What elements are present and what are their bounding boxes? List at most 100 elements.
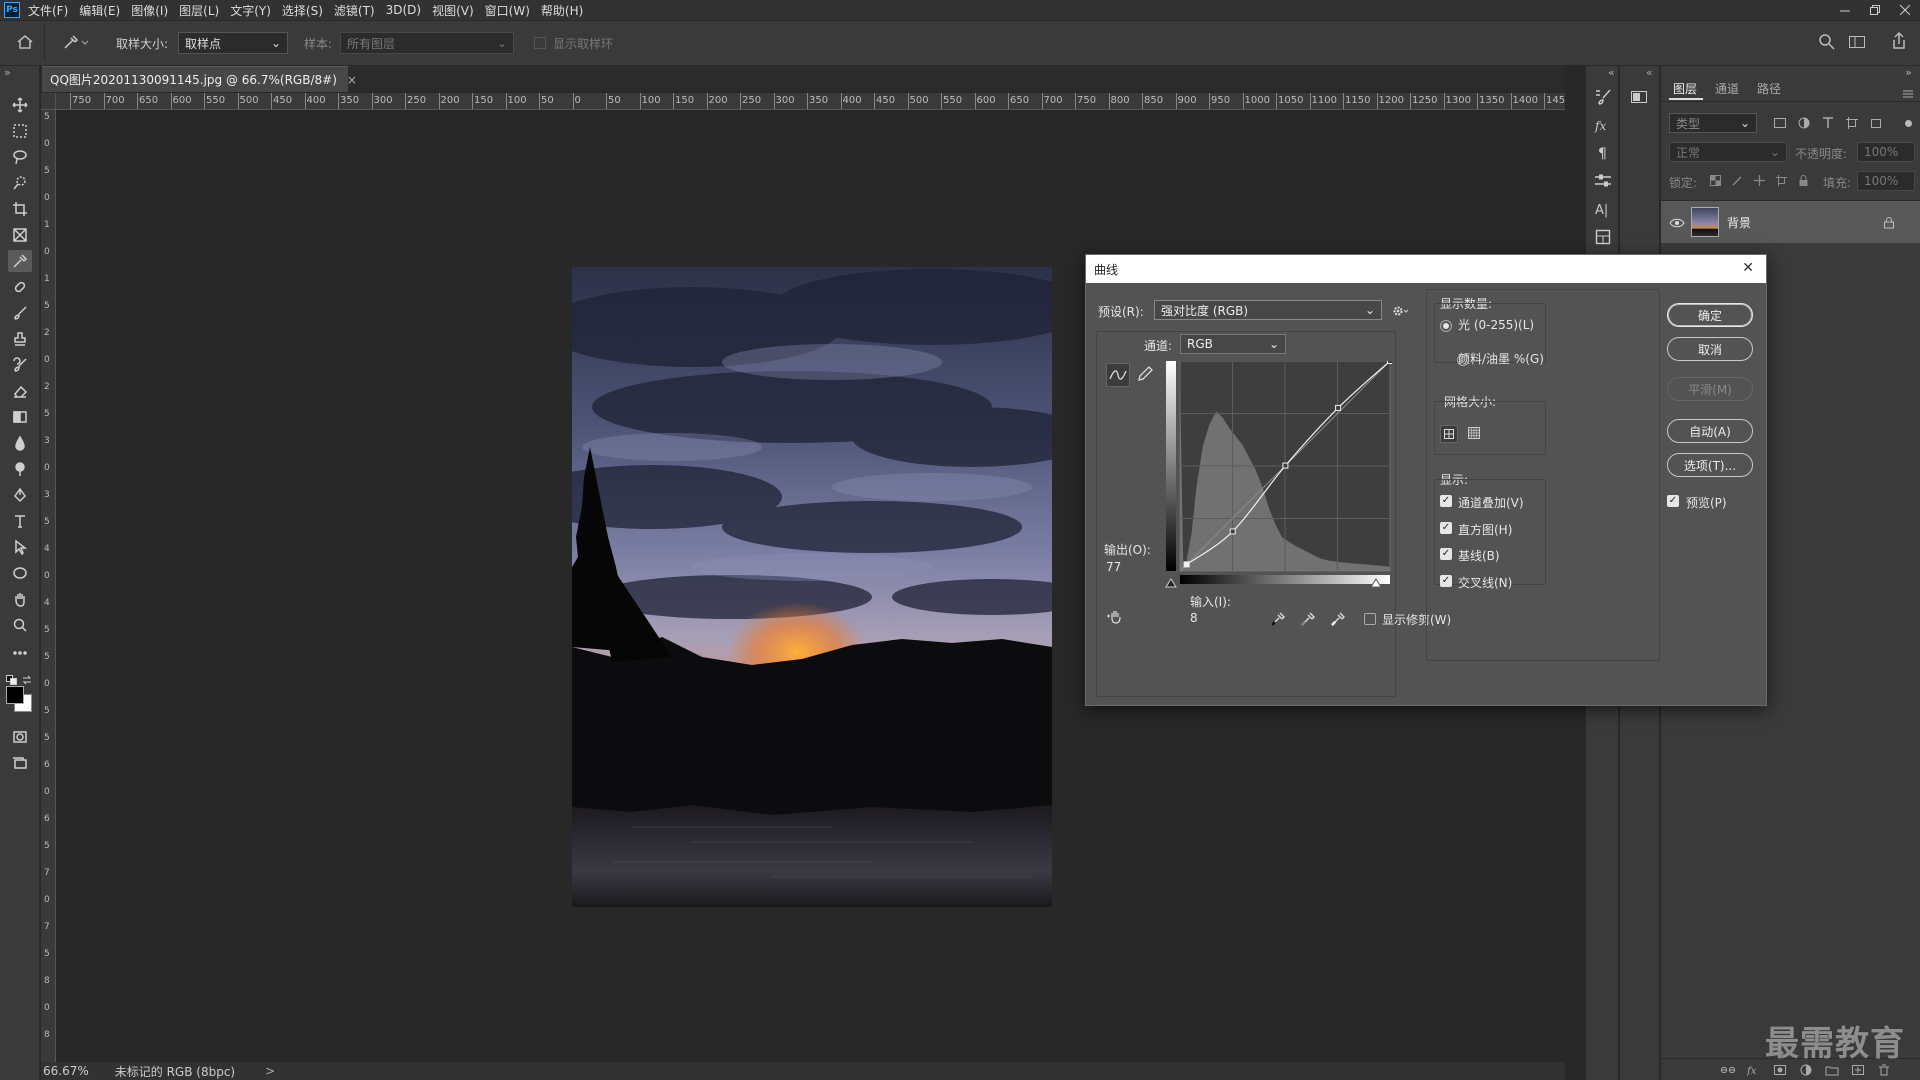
fx-styles-icon[interactable]: fx (1594, 116, 1612, 138)
menu-view[interactable]: 视图(V) (432, 2, 474, 19)
home-icon[interactable] (16, 33, 34, 55)
crop-tool-icon[interactable] (8, 198, 32, 220)
curve-control-point[interactable] (1282, 462, 1289, 469)
menu-layer[interactable]: 图层(L) (179, 2, 219, 19)
blend-mode-select[interactable]: 正常 ⌄ (1669, 142, 1787, 162)
zoom-level[interactable]: 66.67% (43, 1064, 89, 1078)
restore-icon[interactable] (1860, 0, 1890, 20)
eraser-tool-icon[interactable] (8, 380, 32, 402)
menu-3d[interactable]: 3D(D) (386, 3, 421, 17)
workspace-icon[interactable] (1848, 33, 1866, 55)
white-eyedropper-icon[interactable] (1330, 611, 1346, 631)
eyedropper-preset-icon[interactable] (62, 33, 89, 55)
quick-select-tool-icon[interactable] (8, 172, 32, 194)
properties-icon[interactable] (1594, 228, 1612, 250)
show-clipping-checkbox[interactable] (1364, 613, 1376, 625)
tab-channels[interactable]: 通道 (1715, 80, 1739, 97)
curve-point-mode-button[interactable] (1106, 363, 1130, 387)
brush-tool-icon[interactable] (8, 302, 32, 324)
layer-filter-select[interactable]: 类型 ⌄ (1669, 113, 1757, 133)
show-ring-checkbox[interactable] (534, 37, 546, 49)
zoom-tool-icon[interactable] (8, 614, 32, 636)
menu-window[interactable]: 窗口(W) (485, 2, 530, 19)
ellipse-tool-icon[interactable] (8, 562, 32, 584)
path-selection-tool-icon[interactable] (8, 536, 32, 558)
options-button[interactable]: 选项(T)... (1667, 453, 1753, 477)
foreground-color-swatch[interactable] (6, 686, 24, 704)
histogram-checkbox[interactable]: ✓ (1440, 522, 1452, 534)
curve-graph[interactable] (1166, 358, 1393, 589)
dialog-close-icon[interactable]: ✕ (1742, 260, 1754, 276)
more-tools-icon[interactable] (8, 642, 32, 664)
close-tab-icon[interactable]: × (347, 73, 357, 87)
curve-control-point[interactable] (1387, 358, 1393, 364)
black-eyedropper-icon[interactable] (1270, 611, 1286, 631)
share-icon[interactable] (1890, 31, 1908, 54)
menu-edit[interactable]: 编辑(E) (79, 2, 120, 19)
baseline-checkbox[interactable]: ✓ (1440, 548, 1452, 560)
menu-help[interactable]: 帮助(H) (541, 2, 583, 19)
intersection-checkbox[interactable]: ✓ (1440, 575, 1452, 587)
menu-filter[interactable]: 滤镜(T) (334, 2, 375, 19)
healing-brush-tool-icon[interactable] (8, 276, 32, 298)
collapse-arrows-icon[interactable]: » (4, 66, 11, 79)
gradient-tool-icon[interactable] (8, 406, 32, 428)
paragraph-icon[interactable]: ¶ (1594, 144, 1612, 166)
menu-select[interactable]: 选择(S) (282, 2, 323, 19)
preview-checkbox[interactable]: ✓ (1667, 495, 1679, 507)
document-tab[interactable]: QQ图片20201130091145.jpg @ 66.7%(RGB/8#) × (42, 66, 357, 92)
blur-tool-icon[interactable] (8, 432, 32, 454)
brush-settings-icon[interactable] (1594, 88, 1612, 110)
minimize-icon[interactable] (1830, 0, 1860, 20)
sample-size-select[interactable]: 取样点 ⌄ (178, 32, 288, 54)
filter-toggle-icon[interactable] (1905, 120, 1912, 127)
document-image[interactable] (522, 267, 1092, 907)
white-point-slider-icon[interactable] (1370, 573, 1382, 592)
ruler-origin[interactable] (41, 93, 56, 110)
input-value[interactable]: 8 (1190, 611, 1198, 625)
preset-select[interactable]: 强对比度 (RGB) ⌄ (1154, 300, 1382, 320)
tab-layers[interactable]: 图层 (1673, 80, 1697, 97)
cancel-button[interactable]: 取消 (1667, 337, 1753, 361)
status-arrow-icon[interactable]: > (265, 1064, 275, 1078)
dodge-tool-icon[interactable] (8, 458, 32, 480)
character-icon[interactable]: A| (1594, 200, 1612, 222)
histogram-panel-icon[interactable] (1630, 88, 1648, 110)
dialog-title-bar[interactable]: 曲线 ✕ (1086, 255, 1766, 283)
sample-select[interactable]: 所有图层 ⌄ (340, 32, 514, 54)
collapse-dock-icon[interactable]: « (1608, 66, 1615, 79)
lasso-tool-icon[interactable] (8, 146, 32, 168)
quick-mask-icon[interactable] (8, 726, 32, 748)
menu-image[interactable]: 图像(I) (131, 2, 168, 19)
menu-file[interactable]: 文件(F) (28, 2, 68, 19)
history-brush-tool-icon[interactable] (8, 354, 32, 376)
screen-mode-icon[interactable] (8, 752, 32, 774)
type-tool-icon[interactable] (8, 510, 32, 532)
gray-eyedropper-icon[interactable] (1300, 611, 1316, 631)
move-tool-icon[interactable] (8, 94, 32, 116)
tab-paths[interactable]: 路径 (1757, 80, 1781, 97)
eye-visibility-icon[interactable] (1669, 214, 1685, 233)
channel-select[interactable]: RGB ⌄ (1180, 334, 1286, 354)
search-icon[interactable] (1818, 33, 1836, 55)
menu-type[interactable]: 文字(Y) (230, 2, 271, 19)
smooth-button[interactable]: 平滑(M) (1667, 377, 1753, 401)
curve-control-point[interactable] (1335, 404, 1342, 411)
panel-menu-icon[interactable] (1903, 84, 1913, 103)
black-point-slider-icon[interactable] (1165, 573, 1177, 592)
opacity-input[interactable]: 100% (1857, 142, 1915, 162)
pencil-draw-icon[interactable] (1136, 365, 1154, 387)
curve-control-point[interactable] (1229, 528, 1236, 535)
layer-lock-icon[interactable] (1883, 214, 1895, 233)
close-window-icon[interactable] (1890, 0, 1920, 20)
target-adjust-hand-icon[interactable] (1106, 608, 1128, 628)
adjustments-icon[interactable] (1594, 172, 1612, 194)
channel-overlay-checkbox[interactable]: ✓ (1440, 495, 1452, 507)
light-radio[interactable] (1440, 320, 1452, 332)
layer-thumbnail[interactable] (1691, 207, 1719, 237)
frame-tool-icon[interactable] (8, 224, 32, 246)
eyedropper-tool-icon[interactable] (8, 250, 32, 272)
curve-control-point[interactable] (1183, 561, 1190, 568)
fill-input[interactable]: 100% (1857, 171, 1915, 191)
marquee-tool-icon[interactable] (8, 120, 32, 142)
